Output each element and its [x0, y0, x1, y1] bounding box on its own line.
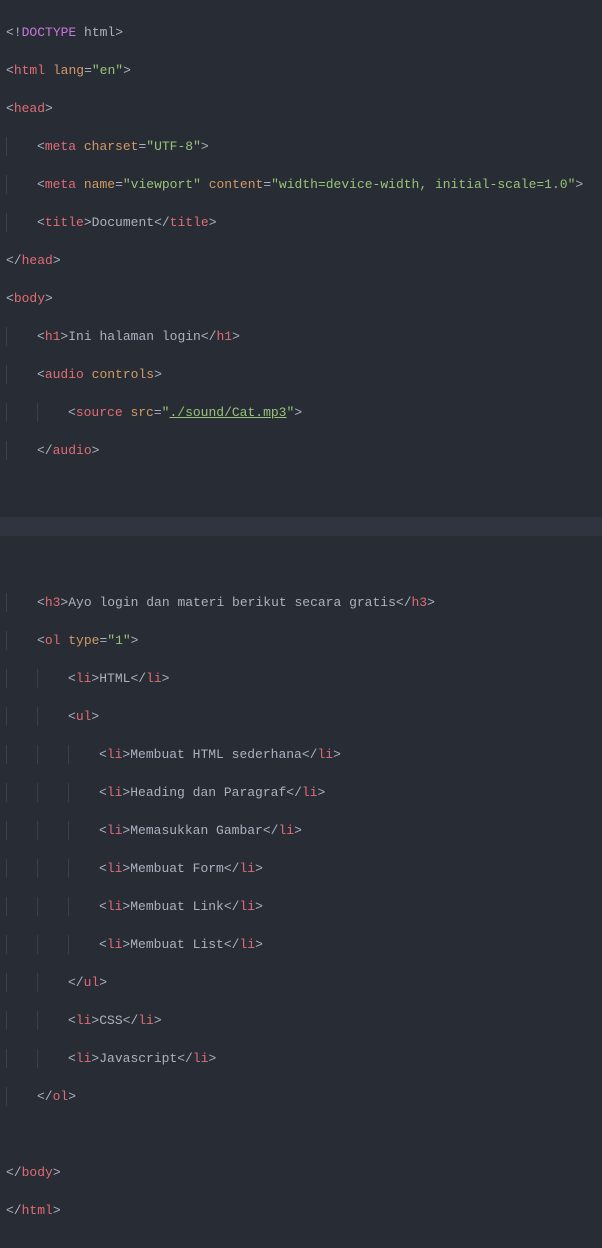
- tag: body: [22, 1165, 53, 1180]
- code-line: <li>Javascript</li>: [0, 1049, 602, 1068]
- text: Memasukkan Gambar: [130, 823, 263, 838]
- code-line: </ul>: [0, 973, 602, 992]
- tag: ul: [76, 709, 92, 724]
- attr-val: "1": [107, 633, 130, 648]
- attr-val: "viewport": [123, 177, 201, 192]
- attr: type: [68, 633, 99, 648]
- attr: controls: [92, 367, 154, 382]
- code-line: <source src="./sound/Cat.mp3">: [0, 403, 602, 422]
- text: Heading dan Paragraf: [130, 785, 286, 800]
- tag: li: [107, 823, 123, 838]
- attr: src: [130, 405, 153, 420]
- code-line: <meta name="viewport" content="width=dev…: [0, 175, 602, 194]
- text: Membuat Form: [130, 861, 224, 876]
- text: HTML: [99, 671, 130, 686]
- text: Membuat List: [130, 937, 224, 952]
- file-link[interactable]: ./sound/Cat.mp3: [169, 405, 286, 420]
- code-line: <li>Memasukkan Gambar</li>: [0, 821, 602, 840]
- code-line: <body>: [0, 289, 602, 308]
- attr: name: [84, 177, 115, 192]
- code-line: <li>Membuat List</li>: [0, 935, 602, 954]
- text: Javascript: [99, 1051, 177, 1066]
- tag: source: [76, 405, 123, 420]
- code-line: <ol type="1">: [0, 631, 602, 650]
- tag: ol: [53, 1089, 69, 1104]
- tag: h3: [45, 595, 61, 610]
- tag: h1: [45, 329, 61, 344]
- code-line: </ol>: [0, 1087, 602, 1106]
- tag: li: [107, 937, 123, 952]
- code-line: </html>: [0, 1201, 602, 1220]
- tag: head: [22, 253, 53, 268]
- code-line: <ul>: [0, 707, 602, 726]
- tag: li: [107, 861, 123, 876]
- tag: li: [107, 899, 123, 914]
- attr: lang: [53, 63, 84, 78]
- code-line: <li>HTML</li>: [0, 669, 602, 688]
- text: Membuat Link: [130, 899, 224, 914]
- code-line: <li>Membuat Link</li>: [0, 897, 602, 916]
- tag: body: [14, 291, 45, 306]
- text: CSS: [99, 1013, 122, 1028]
- tag: ul: [84, 975, 100, 990]
- code-line: <meta charset="UTF-8">: [0, 137, 602, 156]
- tag: ol: [45, 633, 61, 648]
- tag: title: [45, 215, 84, 230]
- attr-val: "en": [92, 63, 123, 78]
- tag: li: [76, 1013, 92, 1028]
- text: Document: [92, 215, 154, 230]
- doctype-keyword: DOCTYPE: [22, 25, 77, 40]
- tag: html: [22, 1203, 53, 1218]
- tag: li: [107, 785, 123, 800]
- tag: li: [76, 671, 92, 686]
- code-line: <!DOCTYPE html>: [0, 23, 602, 42]
- tag: audio: [45, 367, 84, 382]
- tag: li: [76, 1051, 92, 1066]
- attr-val: "width=device-width, initial-scale=1.0": [271, 177, 575, 192]
- code-line: </head>: [0, 251, 602, 270]
- attr: charset: [84, 139, 139, 154]
- tag: meta: [45, 177, 76, 192]
- tag: html: [14, 63, 45, 78]
- code-line-active: [0, 517, 602, 536]
- text: Ini halaman login: [68, 329, 201, 344]
- doctype-name: html: [76, 25, 115, 40]
- code-line: <html lang="en">: [0, 61, 602, 80]
- code-line: <h3>Ayo login dan materi berikut secara …: [0, 593, 602, 612]
- punct: >: [115, 25, 123, 40]
- tag: audio: [53, 443, 92, 458]
- code-line: <h1>Ini halaman login</h1>: [0, 327, 602, 346]
- tag: meta: [45, 139, 76, 154]
- code-line: <li>Heading dan Paragraf</li>: [0, 783, 602, 802]
- code-line: <li>Membuat HTML sederhana</li>: [0, 745, 602, 764]
- code-line: <li>CSS</li>: [0, 1011, 602, 1030]
- tag: head: [14, 101, 45, 116]
- attr: content: [209, 177, 264, 192]
- text: Membuat HTML sederhana: [130, 747, 302, 762]
- code-line: [0, 1125, 602, 1144]
- code-area[interactable]: <!DOCTYPE html> <html lang="en"> <head> …: [0, 0, 602, 1248]
- text: Ayo login dan materi berikut secara grat…: [68, 595, 396, 610]
- attr-val: "UTF-8": [146, 139, 201, 154]
- code-line: </audio>: [0, 441, 602, 460]
- punct: <!: [6, 25, 22, 40]
- code-line: [0, 479, 602, 498]
- code-editor[interactable]: <!DOCTYPE html> <html lang="en"> <head> …: [0, 0, 602, 1248]
- code-line: [0, 555, 602, 574]
- tag: li: [107, 747, 123, 762]
- code-line: </body>: [0, 1163, 602, 1182]
- code-line: <head>: [0, 99, 602, 118]
- code-line: <audio controls>: [0, 365, 602, 384]
- code-line: <li>Membuat Form</li>: [0, 859, 602, 878]
- code-line: <title>Document</title>: [0, 213, 602, 232]
